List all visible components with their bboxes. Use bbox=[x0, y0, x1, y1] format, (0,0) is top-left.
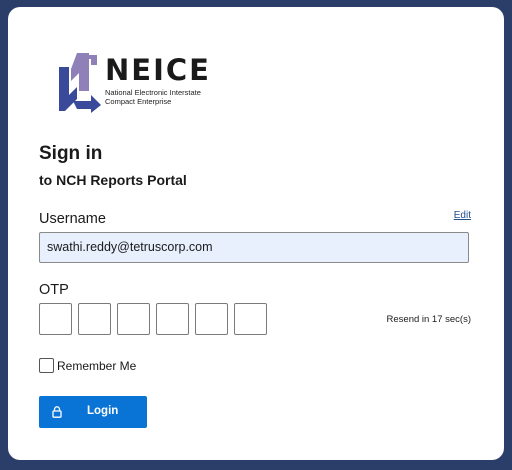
otp-digit-3[interactable] bbox=[117, 303, 150, 335]
remember-me: Remember Me bbox=[39, 358, 136, 373]
neice-logo-icon bbox=[59, 53, 101, 113]
otp-digit-1[interactable] bbox=[39, 303, 72, 335]
logo-tagline: National Electronic Interstate Compact E… bbox=[105, 88, 215, 106]
neice-logo: NEICE National Electronic Interstate Com… bbox=[51, 51, 211, 117]
otp-digit-2[interactable] bbox=[78, 303, 111, 335]
logo-wordmark: NEICE bbox=[105, 53, 211, 87]
edit-username-link[interactable]: Edit bbox=[454, 210, 471, 221]
login-button-label: Login bbox=[87, 405, 119, 417]
remember-me-checkbox[interactable] bbox=[39, 358, 54, 373]
username-label: Username bbox=[39, 211, 106, 227]
page-title: Sign in bbox=[39, 143, 103, 164]
resend-otp-countdown: Resend in 17 sec(s) bbox=[386, 314, 471, 325]
page-subtitle: to NCH Reports Portal bbox=[39, 172, 187, 188]
otp-digit-6[interactable] bbox=[234, 303, 267, 335]
lock-icon bbox=[52, 406, 62, 418]
remember-me-label[interactable]: Remember Me bbox=[57, 359, 136, 373]
otp-input-group bbox=[39, 303, 267, 335]
login-button[interactable]: Login bbox=[39, 396, 147, 428]
otp-label: OTP bbox=[39, 282, 69, 298]
logo-tagline-line1: National Electronic Interstate bbox=[105, 88, 201, 97]
otp-digit-4[interactable] bbox=[156, 303, 189, 335]
login-card: NEICE National Electronic Interstate Com… bbox=[8, 7, 504, 460]
username-field[interactable]: swathi.reddy@tetruscorp.com bbox=[39, 232, 469, 263]
logo-tagline-line2: Compact Enterprise bbox=[105, 97, 172, 106]
otp-digit-5[interactable] bbox=[195, 303, 228, 335]
